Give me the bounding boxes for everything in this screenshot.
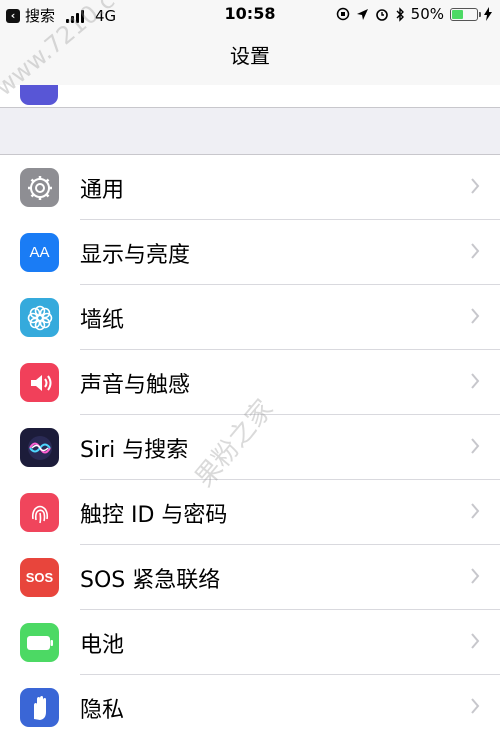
settings-row-label: 通用 xyxy=(80,178,125,203)
navigation-bar: 设置 xyxy=(0,30,500,85)
flower-icon xyxy=(20,298,59,337)
page-title: 设置 xyxy=(230,44,270,68)
settings-list: 通用 AA 显示与亮度 墙纸 声音与触感 Siri 与搜索 触控 ID 与密码 … xyxy=(0,155,500,740)
hand-icon xyxy=(20,688,59,727)
settings-row-label: Siri 与搜索 xyxy=(80,438,189,463)
battery-icon xyxy=(450,7,481,21)
fingerprint-icon xyxy=(20,493,59,532)
settings-row-label: 墙纸 xyxy=(80,308,125,333)
charging-bolt-icon xyxy=(484,7,492,21)
settings-row-display[interactable]: AA 显示与亮度 xyxy=(0,220,500,285)
speaker-icon xyxy=(20,363,59,402)
chevron-right-icon xyxy=(471,503,480,519)
settings-row-label: 触控 ID 与密码 xyxy=(80,503,228,528)
settings-row-label: 隐私 xyxy=(80,698,125,723)
settings-row-sounds[interactable]: 声音与触感 xyxy=(0,350,500,415)
gear-icon xyxy=(20,168,59,207)
chevron-right-icon xyxy=(471,373,480,389)
chevron-right-icon xyxy=(471,178,480,194)
settings-row-label: 电池 xyxy=(80,633,125,658)
text-size-icon: AA xyxy=(20,233,59,272)
chevron-right-icon xyxy=(471,243,480,259)
chevron-right-icon xyxy=(471,308,480,324)
settings-row-label: 显示与亮度 xyxy=(80,243,191,268)
settings-row-label: SOS 紧急联络 xyxy=(80,568,221,593)
settings-row-privacy[interactable]: 隐私 xyxy=(0,675,500,740)
settings-row-battery[interactable]: 电池 xyxy=(0,610,500,675)
partial-settings-row[interactable] xyxy=(0,85,500,108)
battery-percent: 50% xyxy=(410,5,444,23)
location-icon xyxy=(356,8,368,20)
settings-row-wallpaper[interactable]: 墙纸 xyxy=(0,285,500,350)
sos-icon: SOS xyxy=(20,558,59,597)
chevron-right-icon xyxy=(471,633,480,649)
settings-row-touch-id[interactable]: 触控 ID 与密码 xyxy=(0,480,500,545)
chevron-right-icon xyxy=(471,438,480,454)
settings-row-general[interactable]: 通用 xyxy=(0,155,500,220)
status-right: 50% xyxy=(336,5,492,23)
bluetooth-icon xyxy=(396,6,404,22)
status-bar: ‹ 搜索 4G 10:58 50% xyxy=(0,0,500,30)
battery-icon xyxy=(20,623,59,662)
chevron-right-icon xyxy=(471,698,480,714)
section-gap xyxy=(0,108,500,155)
control-center-icon xyxy=(20,85,58,105)
chevron-right-icon xyxy=(471,568,480,584)
settings-row-sos[interactable]: SOS SOS 紧急联络 xyxy=(0,545,500,610)
battery-level-fill xyxy=(452,9,463,19)
settings-row-siri[interactable]: Siri 与搜索 xyxy=(0,415,500,480)
settings-row-label: 声音与触感 xyxy=(80,373,191,398)
orientation-lock-icon xyxy=(336,7,349,21)
siri-icon xyxy=(20,428,59,467)
alarm-icon xyxy=(375,9,388,21)
